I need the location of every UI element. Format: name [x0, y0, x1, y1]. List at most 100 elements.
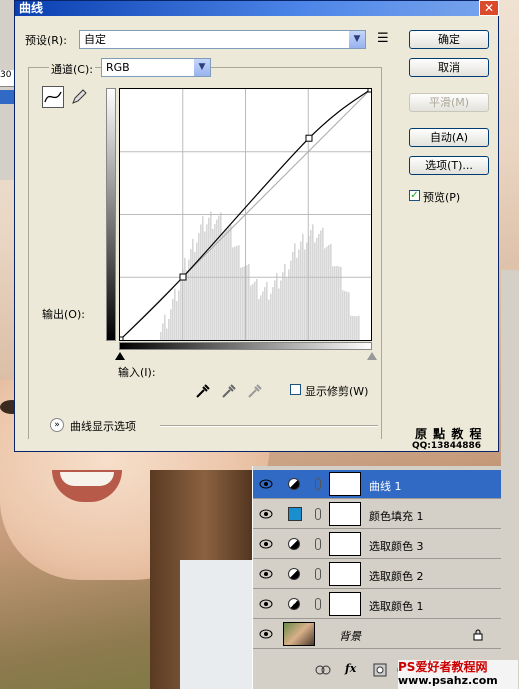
watermark: PS爱好者教程网 www.psahz.com: [398, 660, 518, 689]
link-icon: [315, 568, 321, 580]
white-eyedropper-button[interactable]: [247, 381, 265, 399]
histogram-bar: [316, 237, 318, 340]
link-layers-icon[interactable]: [315, 664, 331, 676]
expand-options-button[interactable]: »: [50, 418, 64, 432]
chevron-down-icon: ▼: [194, 59, 210, 76]
eye-icon[interactable]: [259, 629, 273, 639]
preset-select[interactable]: 自定 ▼: [79, 30, 366, 49]
histogram-bar: [262, 291, 264, 340]
cancel-button[interactable]: 取消: [409, 58, 489, 77]
layer-mask-thumbnail[interactable]: [329, 502, 361, 526]
histogram-bar: [310, 229, 312, 340]
histogram-bar: [270, 293, 272, 340]
histogram-bar: [234, 246, 236, 340]
white-point-slider[interactable]: [367, 352, 377, 360]
output-label: 输出(O):: [42, 308, 85, 321]
options-button[interactable]: 选项(T)...: [409, 156, 489, 175]
show-clipping-checkbox[interactable]: [290, 384, 301, 395]
histogram-bar: [186, 270, 188, 340]
layer-row[interactable]: 颜色填充 1: [253, 500, 501, 529]
eye-icon[interactable]: [259, 569, 273, 579]
histogram-bar: [256, 279, 258, 340]
curve-control-point[interactable]: [305, 134, 313, 142]
histogram-bar: [318, 233, 320, 340]
histogram-bar: [354, 316, 356, 340]
histogram-bar: [278, 288, 280, 340]
chevron-down-icon: ▼: [349, 31, 365, 48]
fx-button[interactable]: fx: [345, 662, 356, 675]
dialog-title: 曲线: [19, 1, 44, 15]
histogram-bar: [208, 217, 210, 340]
curve-tool-button[interactable]: [42, 86, 64, 108]
histogram-bar: [196, 242, 198, 340]
preset-menu-icon[interactable]: ☰: [377, 31, 389, 46]
curve-control-point[interactable]: [120, 336, 124, 340]
histogram-bar: [238, 245, 240, 340]
curve-canvas: [120, 89, 371, 340]
curve-display-options-label: 曲线显示选项: [70, 420, 136, 433]
layer-mask-thumbnail[interactable]: [329, 472, 361, 496]
histogram-bar: [176, 301, 178, 340]
smooth-button[interactable]: 平滑(M): [409, 93, 489, 112]
layer-row[interactable]: 选取颜色 1: [253, 590, 501, 619]
eye-icon[interactable]: [259, 599, 273, 609]
layer-image-thumbnail[interactable]: [283, 622, 315, 646]
curve-control-point[interactable]: [367, 89, 371, 93]
layer-row[interactable]: 选取颜色 2: [253, 560, 501, 589]
channel-select[interactable]: RGB ▼: [101, 58, 211, 77]
black-point-slider[interactable]: [115, 352, 125, 360]
auto-button[interactable]: 自动(A): [409, 128, 489, 147]
curve-graph[interactable]: [119, 88, 372, 341]
histogram-bar: [314, 242, 316, 340]
fill-color-swatch[interactable]: [288, 507, 302, 521]
histogram-bar: [216, 219, 218, 340]
layer-row[interactable]: 曲线 1: [253, 470, 501, 499]
histogram-bar: [340, 266, 342, 340]
histogram-bar: [290, 260, 292, 340]
histogram-bar: [304, 249, 306, 340]
layer-row[interactable]: 选取颜色 3: [253, 530, 501, 559]
histogram-bar: [206, 224, 208, 340]
histogram-bar: [298, 249, 300, 340]
layers-panel: 曲线 1 颜色填充 1 选取颜色 3 选取颜色 2 选取颜色 1 背景 fx: [252, 466, 502, 689]
histogram-bar: [280, 280, 282, 340]
pencil-tool-button[interactable]: [70, 88, 88, 106]
histogram-bar: [228, 226, 230, 340]
layer-row[interactable]: 背景: [253, 620, 501, 649]
histogram-bar: [356, 316, 358, 340]
histogram-bar: [346, 291, 348, 340]
black-eyedropper-button[interactable]: [195, 381, 213, 399]
photo-teeth: [60, 472, 114, 486]
adjustment-icon: [288, 598, 300, 610]
histogram-bar: [286, 278, 288, 340]
selection-strip: [0, 90, 14, 104]
close-button[interactable]: ✕: [479, 0, 499, 16]
histogram-bar: [292, 252, 294, 340]
eye-icon[interactable]: [259, 479, 273, 489]
layer-name: 颜色填充 1: [369, 510, 424, 523]
ok-button[interactable]: 确定: [409, 30, 489, 49]
curve-control-point[interactable]: [179, 273, 187, 281]
link-icon: [315, 478, 321, 490]
histogram-bar: [242, 266, 244, 340]
add-mask-icon[interactable]: [373, 663, 387, 677]
layer-mask-thumbnail[interactable]: [329, 592, 361, 616]
histogram-bar: [260, 295, 262, 340]
histogram-bar: [254, 281, 256, 340]
histogram-bar: [162, 323, 164, 340]
eye-icon[interactable]: [259, 539, 273, 549]
layer-mask-thumbnail[interactable]: [329, 532, 361, 556]
eye-icon[interactable]: [259, 509, 273, 519]
preview-checkbox[interactable]: ✓: [409, 190, 420, 201]
watermark-line2: www.psahz.com: [398, 674, 498, 687]
histogram-bar: [246, 265, 248, 340]
layer-mask-thumbnail[interactable]: [329, 562, 361, 586]
link-icon: [315, 538, 321, 550]
histogram-bar: [266, 282, 268, 340]
histogram-bar: [226, 228, 228, 340]
gray-eyedropper-button[interactable]: [221, 381, 239, 399]
link-icon: [315, 598, 321, 610]
histogram-bar: [274, 280, 276, 340]
histogram-bar: [326, 246, 328, 340]
dialog-titlebar[interactable]: 曲线: [15, 1, 498, 16]
